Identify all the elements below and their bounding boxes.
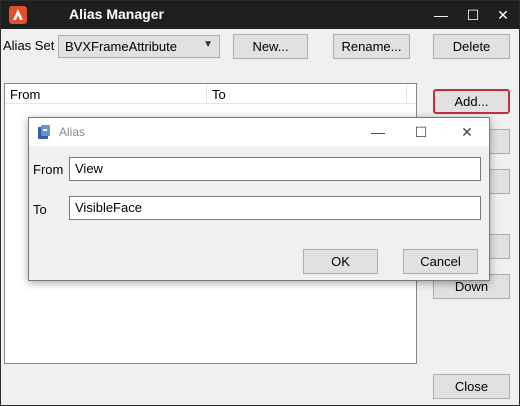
app-logo-icon	[8, 5, 28, 25]
close-button[interactable]: Close	[433, 374, 510, 399]
column-header-to[interactable]: To	[212, 87, 226, 102]
ok-button[interactable]: OK	[303, 249, 378, 274]
dialog-close-button[interactable]: ✕	[453, 120, 481, 144]
dialog-maximize-button[interactable]: ☐	[407, 120, 435, 144]
to-label: To	[33, 202, 47, 217]
dialog-minimize-button[interactable]: —	[364, 120, 392, 144]
column-header-from[interactable]: From	[10, 87, 40, 102]
new-button[interactable]: New...	[233, 34, 308, 59]
window-title: Alias Manager	[69, 6, 164, 22]
column-divider[interactable]	[206, 84, 207, 104]
dialog-title-bar[interactable]: Alias — ☐ ✕	[29, 118, 489, 146]
to-field[interactable]: VisibleFace	[69, 196, 481, 220]
delete-button[interactable]: Delete	[433, 34, 510, 59]
chevron-down-icon: ▼	[203, 39, 213, 50]
maximize-button[interactable]: ☐	[461, 4, 485, 26]
alias-dialog: Alias — ☐ ✕ From View To VisibleFace OK …	[28, 117, 490, 281]
alias-set-dropdown[interactable]: BVXFrameAttribute ▼	[58, 35, 220, 58]
title-bar[interactable]: Alias Manager — ☐ ✕	[1, 1, 519, 29]
from-label: From	[33, 162, 64, 177]
cancel-button[interactable]: Cancel	[403, 249, 478, 274]
add-button[interactable]: Add...	[433, 89, 510, 114]
alias-app-icon	[37, 124, 51, 140]
minimize-button[interactable]: —	[429, 4, 453, 26]
close-window-button[interactable]: ✕	[491, 4, 515, 26]
column-divider[interactable]	[406, 84, 407, 104]
alias-set-label: Alias Set	[3, 38, 55, 53]
from-field[interactable]: View	[69, 157, 481, 181]
rename-button[interactable]: Rename...	[333, 34, 410, 59]
list-header: From To	[5, 84, 416, 104]
dialog-title: Alias	[59, 125, 86, 139]
alias-set-selected: BVXFrameAttribute	[65, 39, 177, 54]
